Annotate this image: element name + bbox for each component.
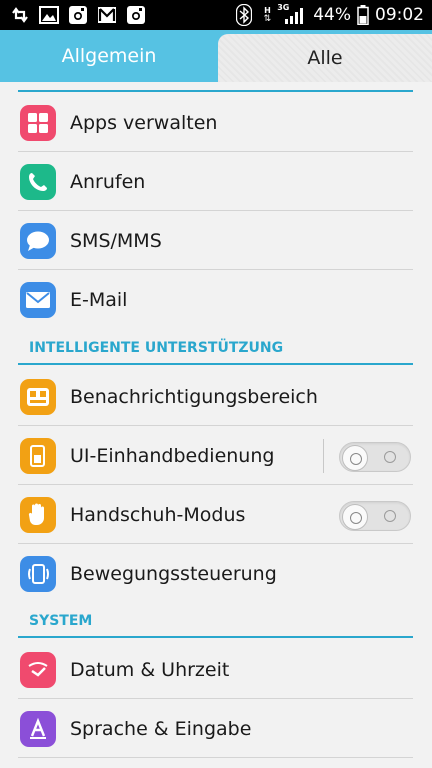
- one-hand-ui-toggle[interactable]: [339, 442, 411, 472]
- section-divider: [18, 636, 413, 638]
- settings-item-sms[interactable]: SMS/MMS: [0, 212, 432, 270]
- apps-icon: [20, 105, 56, 141]
- item-label: Bewegungssteuerung: [70, 563, 277, 585]
- motion-icon: [20, 556, 56, 592]
- clock-icon: [20, 652, 56, 688]
- gmail-icon: [98, 7, 116, 23]
- glove-icon: [20, 497, 56, 533]
- clock-time: 09:02: [375, 5, 424, 25]
- item-label: Datum & Uhrzeit: [70, 659, 230, 681]
- settings-item-language-input[interactable]: Sprache & Eingabe: [0, 700, 432, 758]
- section-divider: [18, 90, 413, 92]
- notification-panel-icon: [20, 379, 56, 415]
- settings-item-email[interactable]: E-Mail: [0, 271, 432, 329]
- transfer-arrows-icon: ⇅: [263, 13, 272, 24]
- tab-all[interactable]: Alle: [218, 34, 432, 82]
- settings-item-notification-panel[interactable]: Benachrichtigungsbereich: [0, 368, 432, 426]
- battery-percent: 44%: [313, 5, 351, 25]
- item-label: Sprache & Eingabe: [70, 718, 252, 740]
- tab-general[interactable]: Allgemein: [0, 30, 218, 82]
- phone-icon: [20, 164, 56, 200]
- language-icon: [20, 711, 56, 747]
- item-label: Benachrichtigungsbereich: [70, 386, 318, 408]
- section-header-system: SYSTEM: [29, 613, 93, 629]
- item-label: SMS/MMS: [70, 230, 162, 252]
- battery-icon: [357, 5, 369, 25]
- instagram-icon: [127, 6, 145, 24]
- status-bar: H ⇅ 3G 44% 09:02: [0, 0, 432, 30]
- settings-tabs: Allgemein Alle: [0, 30, 432, 82]
- settings-item-manage-apps[interactable]: Apps verwalten: [0, 94, 432, 152]
- item-label: Anrufen: [70, 171, 146, 193]
- glove-mode-toggle[interactable]: [339, 501, 411, 531]
- mail-icon: [20, 282, 56, 318]
- item-label: E-Mail: [70, 289, 128, 311]
- section-header-intelligent: INTELLIGENTE UNTERSTÜTZUNG: [29, 340, 284, 356]
- settings-item-date-time[interactable]: Datum & Uhrzeit: [0, 641, 432, 699]
- bluetooth-icon: [235, 4, 252, 26]
- message-icon: [20, 223, 56, 259]
- item-label: Apps verwalten: [70, 112, 218, 134]
- section-divider: [18, 363, 413, 365]
- settings-item-glove-mode[interactable]: Handschuh-Modus: [0, 486, 432, 544]
- sync-icon: [12, 7, 28, 23]
- item-label: Handschuh-Modus: [70, 504, 246, 526]
- signal-icon: [285, 8, 304, 24]
- instagram-icon: [69, 6, 87, 24]
- settings-item-motion-control[interactable]: Bewegungssteuerung: [0, 545, 432, 603]
- settings-item-one-hand-ui[interactable]: UI-Einhandbedienung: [0, 427, 432, 485]
- settings-item-calls[interactable]: Anrufen: [0, 153, 432, 211]
- image-icon: [39, 6, 59, 24]
- one-hand-icon: [20, 438, 56, 474]
- item-label: UI-Einhandbedienung: [70, 445, 275, 467]
